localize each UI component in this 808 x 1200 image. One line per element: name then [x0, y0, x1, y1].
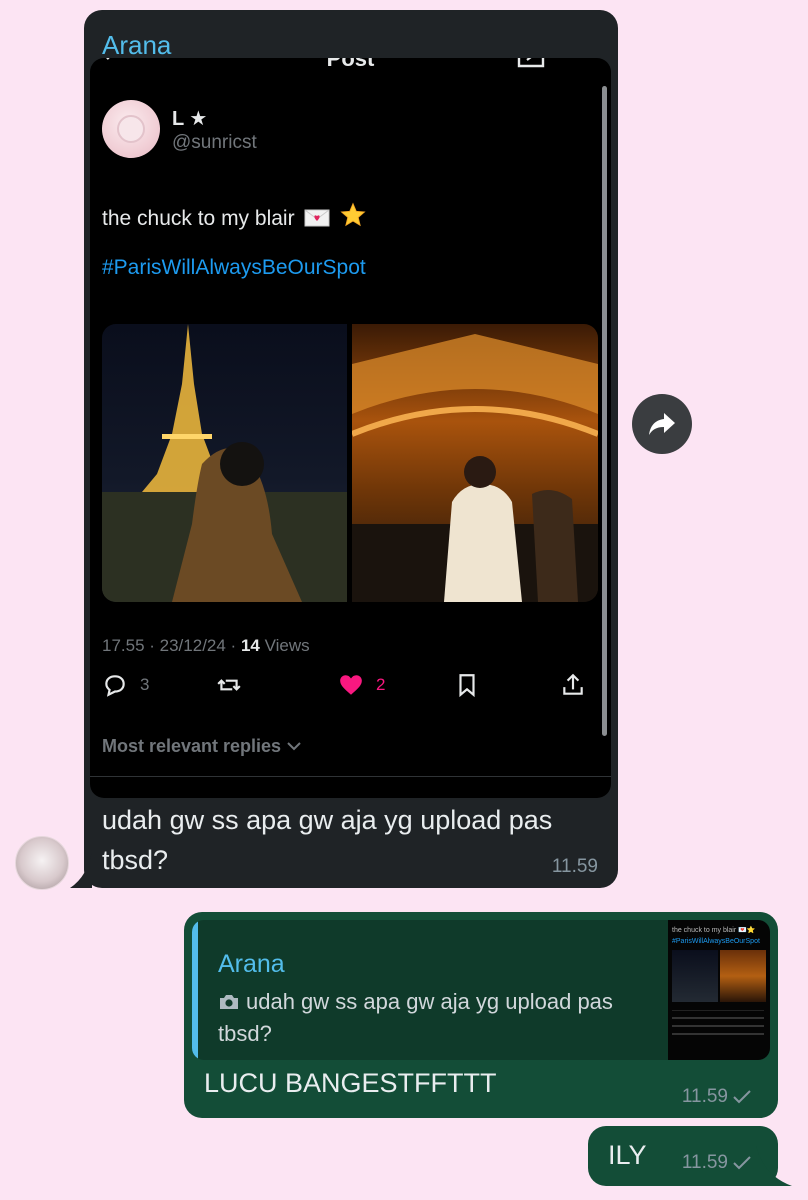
share-action[interactable]: [560, 672, 586, 698]
message-text: ILY: [608, 1140, 647, 1170]
tweet-text-content: the chuck to my blair: [102, 207, 295, 230]
quoted-message[interactable]: Arana udah gw ss apa gw aja yg upload pa…: [192, 920, 770, 1060]
tweet-meta: 17.55 · 23/12/24 · 14 Views: [102, 636, 310, 656]
like-count: 2: [376, 675, 386, 694]
star-emoji-icon: [340, 202, 366, 234]
author-name: L ★: [172, 108, 208, 130]
scrollbar: [602, 86, 607, 736]
message-time: 11.59: [682, 1152, 752, 1174]
thumbnail-photo-1: [672, 950, 718, 1002]
message-time: 11.59: [682, 1086, 752, 1108]
bookmark-icon: [459, 674, 475, 698]
checkmark-icon: [733, 1156, 751, 1170]
thumbnail-rows: [672, 1010, 764, 1052]
message-time: 11.59: [551, 856, 598, 877]
tweet-photo-1[interactable]: [102, 324, 347, 602]
quote-accent-bar: [192, 920, 198, 1060]
quoted-sender-name: Arana: [218, 950, 285, 978]
author-avatar: [102, 100, 160, 158]
chevron-down-icon: [287, 742, 301, 751]
tweet-text: the chuck to my blair: [102, 202, 366, 234]
sender-name[interactable]: Arana: [102, 30, 171, 61]
checkmark-icon: [733, 1090, 751, 1104]
views-count: 14: [240, 636, 260, 655]
quoted-image-thumbnail: the chuck to my blair 💌⭐ #ParisWillAlway…: [668, 920, 770, 1060]
thumbnail-hashtag: #ParisWillAlwaysBeOurSpot: [672, 938, 760, 945]
reply-action[interactable]: 3: [102, 672, 149, 698]
message-time-value: 11.59: [681, 1086, 728, 1107]
camera-icon: [220, 995, 238, 1009]
bookmark-action[interactable]: [454, 672, 480, 698]
reply-icon: [105, 675, 125, 697]
views-label: Views: [259, 636, 310, 655]
bubble-tail: [70, 850, 92, 888]
heart-icon: [340, 675, 362, 695]
author-handle: @sunricst: [172, 132, 257, 153]
replies-sort-dropdown[interactable]: Most relevant replies: [102, 736, 302, 757]
quoted-text: udah gw ss apa gw aja yg upload pas tbsd…: [218, 986, 648, 1050]
edit-icon: [517, 58, 545, 68]
hashtag-link[interactable]: #ParisWillAlwaysBeOurSpot: [102, 256, 366, 280]
share-icon: [563, 673, 583, 695]
tweet-photo-2[interactable]: [350, 324, 598, 602]
message-time-value: 11.59: [681, 1152, 728, 1173]
bubble-tail: [756, 1146, 792, 1186]
forward-arrow-icon: [649, 413, 675, 435]
incoming-message-bubble[interactable]: Arana Post L ★ @sunricst the chuck to my…: [84, 10, 618, 888]
shared-screenshot[interactable]: Post L ★ @sunricst the chuck to my blair…: [90, 58, 611, 798]
message-text: udah gw ss apa gw aja yg upload pas tbsd…: [102, 805, 553, 875]
reply-count: 3: [140, 675, 150, 694]
divider: [90, 776, 611, 777]
forward-button[interactable]: [632, 394, 692, 454]
retweet-action[interactable]: [216, 672, 242, 698]
quoted-text-content: udah gw ss apa gw aja yg upload pas tbsd…: [218, 989, 613, 1046]
sender-avatar[interactable]: [15, 836, 69, 890]
thumbnail-caption: the chuck to my blair 💌⭐: [672, 927, 756, 934]
outgoing-message-bubble[interactable]: Arana udah gw ss apa gw aja yg upload pa…: [184, 912, 778, 1118]
message-text: LUCU BANGESTFFTTT: [204, 1068, 497, 1098]
thumbnail-photo-2: [720, 950, 766, 1002]
retweet-icon: [217, 679, 241, 691]
tweet-actions: 3 2: [102, 666, 598, 706]
outgoing-message-bubble[interactable]: ILY 11.59: [588, 1126, 778, 1186]
replies-sort-label: Most relevant replies: [102, 736, 282, 756]
tweet-photos[interactable]: [102, 324, 598, 602]
love-letter-emoji-icon: [304, 208, 330, 234]
like-action[interactable]: 2: [338, 672, 385, 698]
tweet-timestamp: 17.55 · 23/12/24 ·: [102, 636, 241, 655]
